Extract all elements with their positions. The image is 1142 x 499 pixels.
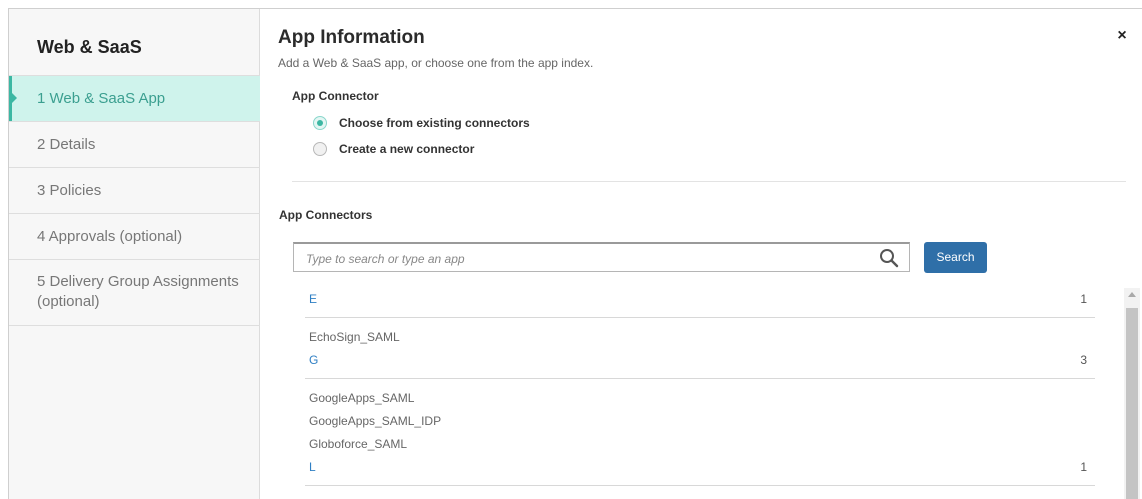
search-icon[interactable]	[879, 248, 899, 268]
app-connector-label: App Connector	[292, 89, 379, 103]
group-letter[interactable]: E	[309, 292, 317, 306]
radio-choose-existing[interactable]: Choose from existing connectors	[313, 116, 530, 130]
search-button[interactable]: Search	[924, 242, 987, 273]
group-count: 1	[1080, 292, 1087, 306]
group-count: 3	[1080, 353, 1087, 367]
list-item[interactable]: GoogleApps_SAML_IDP	[309, 410, 1101, 433]
search-input[interactable]	[306, 250, 866, 268]
section-divider	[292, 181, 1126, 182]
page-subtitle: Add a Web & SaaS app, or choose one from…	[278, 56, 594, 70]
step-approvals[interactable]: 4 Approvals (optional)	[9, 214, 260, 260]
radio-label: Choose from existing connectors	[339, 116, 530, 130]
main-panel: × App Information Add a Web & SaaS app, …	[260, 9, 1142, 499]
connector-list: E 1 EchoSign_SAML G 3 GoogleApps_SAML Go…	[293, 288, 1101, 499]
wizard-sidebar: Web & SaaS 1 Web & SaaS App 2 Details 3 …	[9, 9, 260, 499]
list-scrollbar[interactable]	[1124, 288, 1140, 499]
list-item[interactable]: Globoforce_SAML	[309, 433, 1101, 456]
group-apps-g: GoogleApps_SAML GoogleApps_SAML_IDP Glob…	[293, 379, 1101, 456]
group-letter[interactable]: G	[309, 353, 318, 367]
group-header-l: L 1	[305, 456, 1095, 486]
group-header-g: G 3	[305, 349, 1095, 379]
sidebar-title: Web & SaaS	[37, 37, 142, 57]
group-apps-e: EchoSign_SAML	[293, 318, 1101, 349]
group-count: 1	[1080, 460, 1087, 474]
page-title: App Information	[278, 27, 425, 48]
step-list: 1 Web & SaaS App 2 Details 3 Policies 4 …	[9, 75, 260, 326]
chevron-up-icon[interactable]	[1128, 292, 1136, 297]
radio-button-checked[interactable]	[313, 116, 327, 130]
search-box	[293, 242, 910, 272]
radio-button[interactable]	[313, 142, 327, 156]
group-letter[interactable]: L	[309, 460, 316, 474]
radio-label: Create a new connector	[339, 142, 475, 156]
scroll-thumb[interactable]	[1126, 308, 1138, 499]
close-icon[interactable]: ×	[1114, 28, 1130, 45]
app-connectors-label: App Connectors	[279, 208, 373, 222]
step-web-saas-app[interactable]: 1 Web & SaaS App	[9, 76, 260, 122]
list-item[interactable]: EchoSign_SAML	[309, 326, 1101, 349]
radio-create-new[interactable]: Create a new connector	[313, 142, 474, 156]
step-delivery-group-assignments[interactable]: 5 Delivery Group Assignments (optional)	[9, 260, 260, 326]
step-policies[interactable]: 3 Policies	[9, 168, 260, 214]
list-item[interactable]: GoogleApps_SAML	[309, 387, 1101, 410]
group-header-e: E 1	[305, 288, 1095, 318]
step-details[interactable]: 2 Details	[9, 122, 260, 168]
